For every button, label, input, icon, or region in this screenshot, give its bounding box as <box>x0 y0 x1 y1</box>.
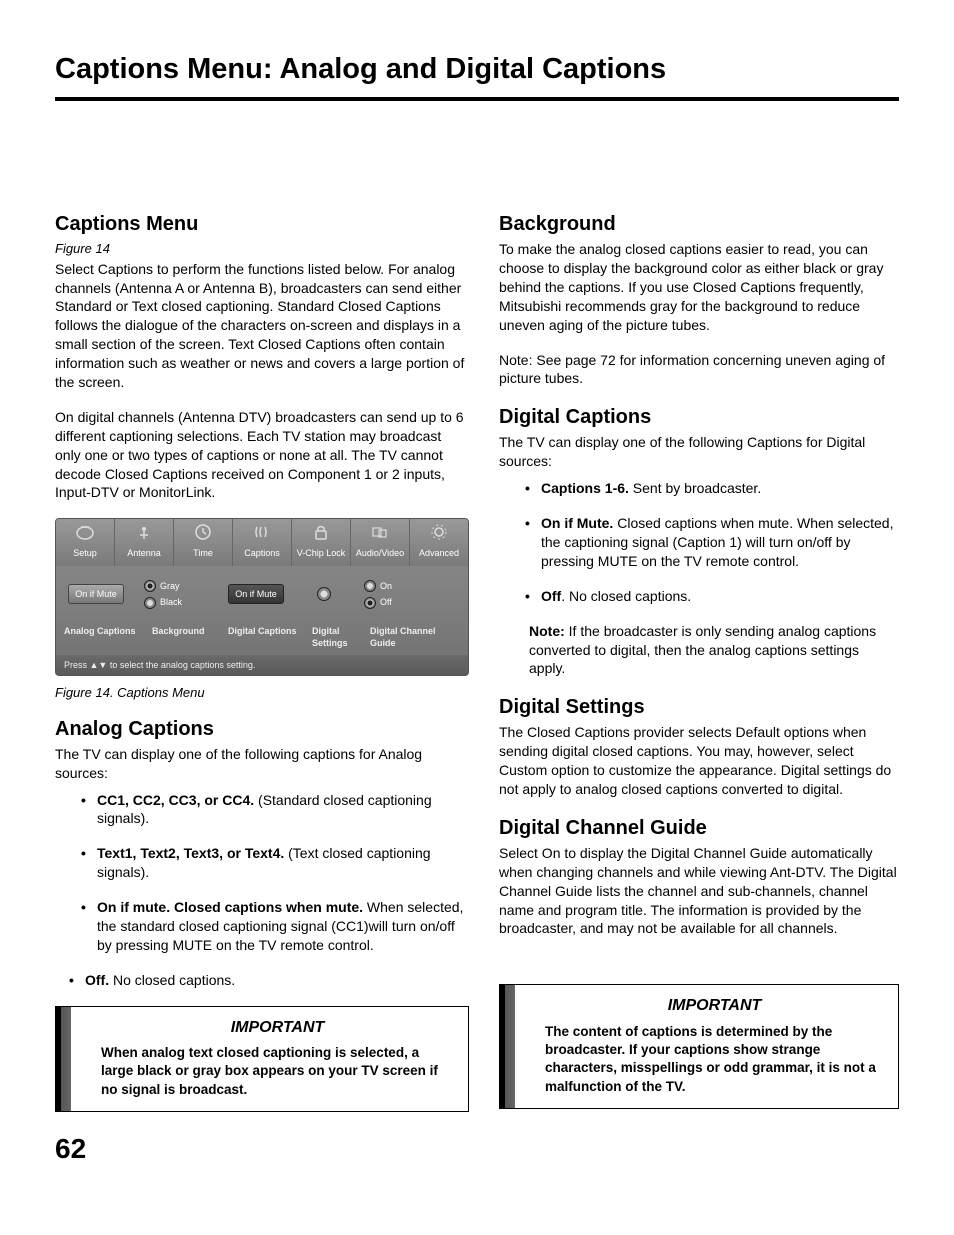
captions-menu-para2: On digital channels (Antenna DTV) broadc… <box>55 408 469 502</box>
bullet-bold: Text1, Text2, Text3, or Text4. <box>97 845 284 861</box>
radio-off <box>364 597 376 609</box>
bullet-bold: Off <box>541 588 561 604</box>
clock-icon <box>193 523 213 541</box>
page-title: Captions Menu: Analog and Digital Captio… <box>55 50 899 101</box>
bullet-text: Sent by broadcaster. <box>629 480 761 496</box>
tv-tab-audiovideo: Audio/Video <box>351 519 410 565</box>
col-label-channel-guide: Digital Channel Guide <box>370 625 450 649</box>
bullet-bold: CC1, CC2, CC3, or CC4. <box>97 792 254 808</box>
radio-gray <box>144 580 156 592</box>
digital-captions-note: Note: If the broadcaster is only sending… <box>499 622 899 679</box>
tv-menu-figure: Setup Antenna Time Captions V-Chip Lock <box>55 518 469 676</box>
important-box-left: IMPORTANT When analog text closed captio… <box>55 1006 469 1112</box>
heading-digital-settings: Digital Settings <box>499 694 899 721</box>
tv-tab-setup: Setup <box>56 519 115 565</box>
analog-bullet-off: Off. No closed captions. <box>55 971 469 990</box>
analog-bullet-mute: On if mute. Closed captions when mute. W… <box>67 898 469 955</box>
bullet-text: . No closed captions. <box>561 588 691 604</box>
figure-ref: Figure 14 <box>55 240 469 258</box>
important-box-right: IMPORTANT The content of captions is det… <box>499 984 899 1108</box>
label-off: Off <box>380 597 392 607</box>
col-label-background: Background <box>152 625 218 649</box>
bullet-bold: On if Mute. <box>541 515 613 531</box>
digital-captions-intro: The TV can display one of the following … <box>499 433 899 471</box>
channel-guide-para: Select On to display the Digital Channel… <box>499 844 899 938</box>
important-text: The content of captions is determined by… <box>545 1023 884 1096</box>
label-gray: Gray <box>160 581 180 591</box>
col-label-digital-settings: Digital Settings <box>312 625 360 649</box>
captions-icon <box>252 523 272 541</box>
analog-bullet-cc: CC1, CC2, CC3, or CC4. (Standard closed … <box>67 791 469 829</box>
tv-tab-label: Advanced <box>419 548 459 558</box>
tv-footer-hint: Press ▲▼ to select the analog captions s… <box>56 655 468 675</box>
radio-on <box>364 580 376 592</box>
tv-tab-label: Captions <box>244 548 280 558</box>
important-title: IMPORTANT <box>545 995 884 1017</box>
background-note: Note: See page 72 for information concer… <box>499 351 899 389</box>
digital-bullet-mute: On if Mute. Closed captions when mute. W… <box>511 514 899 571</box>
gear-icon <box>429 523 449 541</box>
heading-background: Background <box>499 211 899 238</box>
tv-tab-label: Antenna <box>127 548 161 558</box>
digital-bullet-off: Off. No closed captions. <box>511 587 899 606</box>
captions-menu-para1: Select Captions to perform the functions… <box>55 260 469 392</box>
tv-tab-captions: Captions <box>233 519 292 565</box>
setup-icon <box>75 523 95 541</box>
tv-tab-label: V-Chip Lock <box>297 548 346 558</box>
antenna-icon <box>134 523 154 541</box>
digital-caption-selector: On if Mute <box>228 584 284 604</box>
background-para: To make the analog closed captions easie… <box>499 240 899 334</box>
note-bold: Note: <box>529 623 565 639</box>
bullet-bold: Captions 1-6. <box>541 480 629 496</box>
digital-settings-radio <box>317 587 331 601</box>
col-label-digital-captions: Digital Captions <box>228 625 302 649</box>
figure-caption: Figure 14. Captions Menu <box>55 684 469 702</box>
bullet-bold: On if mute. Closed captions when mute. <box>97 899 363 915</box>
col-label-analog: Analog Captions <box>64 625 142 649</box>
label-on: On <box>380 581 392 591</box>
heading-analog-captions: Analog Captions <box>55 716 469 743</box>
analog-intro: The TV can display one of the following … <box>55 745 469 783</box>
lock-icon <box>311 523 331 541</box>
av-icon <box>370 523 390 541</box>
important-title: IMPORTANT <box>101 1017 454 1039</box>
heading-digital-captions: Digital Captions <box>499 404 899 431</box>
tv-tab-label: Time <box>193 548 213 558</box>
label-black: Black <box>160 597 182 607</box>
tv-tab-antenna: Antenna <box>115 519 174 565</box>
analog-bullet-text: Text1, Text2, Text3, or Text4. (Text clo… <box>67 844 469 882</box>
page-number: 62 <box>55 1130 899 1168</box>
digital-settings-para: The Closed Captions provider selects Def… <box>499 723 899 799</box>
bullet-bold: Off. <box>85 972 109 988</box>
radio-black <box>144 597 156 609</box>
tv-tab-label: Audio/Video <box>356 548 404 558</box>
tv-tab-advanced: Advanced <box>410 519 468 565</box>
bullet-text: No closed captions. <box>109 972 235 988</box>
heading-captions-menu: Captions Menu <box>55 211 469 238</box>
heading-channel-guide: Digital Channel Guide <box>499 815 899 842</box>
note-text: If the broadcaster is only sending analo… <box>529 623 876 677</box>
tv-tab-label: Setup <box>73 548 97 558</box>
tv-tab-vchip: V-Chip Lock <box>292 519 351 565</box>
important-text: When analog text closed captioning is se… <box>101 1044 454 1099</box>
analog-caption-selector: On if Mute <box>68 584 124 604</box>
tv-tab-time: Time <box>174 519 233 565</box>
digital-bullet-1-6: Captions 1-6. Sent by broadcaster. <box>511 479 899 498</box>
